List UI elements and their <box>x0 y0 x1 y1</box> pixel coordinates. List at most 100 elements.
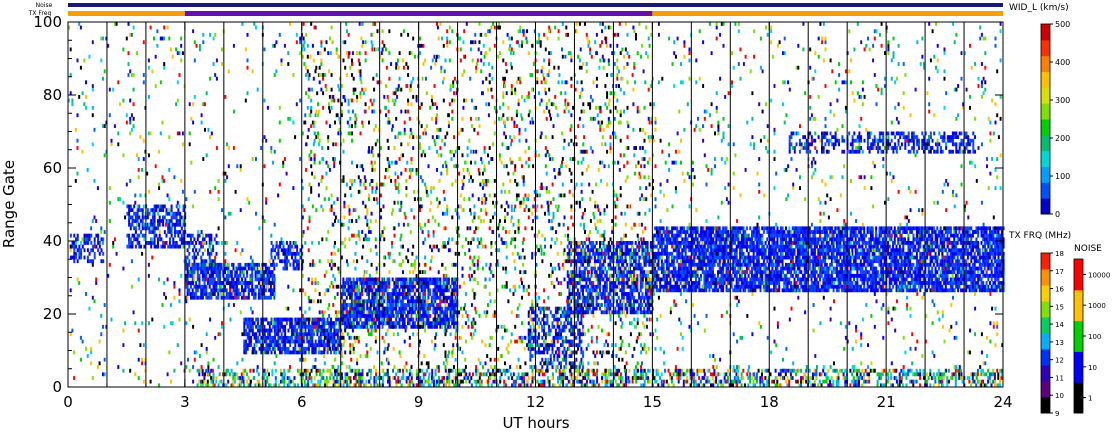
echo-cell <box>708 288 711 293</box>
echo-cell <box>725 241 728 245</box>
echo-cell <box>686 277 689 282</box>
echo-cell <box>205 259 208 264</box>
echo-cell <box>314 350 317 355</box>
echo-cell <box>871 233 874 238</box>
echo-cell <box>718 262 721 267</box>
echo-cell <box>193 237 196 242</box>
echo-cell <box>196 251 199 256</box>
echo-cell <box>268 266 271 271</box>
echo-cell <box>401 292 404 296</box>
echo-cell <box>856 270 859 275</box>
echo-cell <box>131 244 134 249</box>
echo-cell <box>554 350 557 355</box>
echo-cell <box>854 244 857 249</box>
echo-cell <box>859 230 862 234</box>
echo-cell <box>711 266 714 271</box>
echo-cell <box>210 259 213 264</box>
echo-cell <box>602 277 605 282</box>
echo-cell <box>195 281 198 285</box>
echo-cell <box>244 277 247 282</box>
echo-cell <box>235 270 238 275</box>
echo-cell <box>251 324 254 329</box>
echo-cell <box>548 306 551 311</box>
echo-cell <box>284 324 287 329</box>
echo-cell <box>863 230 866 234</box>
echo-cell <box>273 295 276 300</box>
echo-cell <box>766 244 769 249</box>
echo-cell <box>269 295 272 300</box>
echo-cell <box>218 288 221 293</box>
echo-cell <box>190 284 192 289</box>
echo-cell <box>580 339 583 344</box>
echo-cell <box>76 237 79 242</box>
echo-cell <box>207 270 209 275</box>
echo-cell <box>131 222 134 227</box>
txfreq-segment-2 <box>652 11 1003 16</box>
echo-cell <box>616 251 618 256</box>
echo-cell <box>140 230 142 234</box>
echo-cell <box>323 317 326 322</box>
echo-cell <box>554 328 557 333</box>
echo-cell <box>182 219 185 223</box>
echo-cell <box>210 266 213 271</box>
echo-cell <box>558 354 561 358</box>
echo-cell <box>244 266 247 271</box>
echo-cell <box>548 324 551 329</box>
echo-cell <box>179 230 182 234</box>
echo-cell <box>646 244 649 249</box>
echo-cell <box>827 241 830 245</box>
echo-cell <box>629 303 632 307</box>
echo-cell <box>858 241 861 245</box>
echo-cell <box>593 262 596 267</box>
echo-cell <box>672 277 675 282</box>
echo-cell <box>218 281 221 285</box>
echo-cell <box>844 251 847 256</box>
echo-cell <box>610 303 613 307</box>
echo-cell <box>536 321 539 326</box>
echo-cell <box>220 284 223 289</box>
echo-cell <box>580 248 583 253</box>
echo-cell <box>764 251 767 256</box>
echo-cell <box>561 350 564 355</box>
echo-cell <box>737 233 740 238</box>
echo-cell <box>153 211 156 216</box>
echo-cell <box>284 343 287 348</box>
echo-cell <box>609 248 612 253</box>
echo-cell <box>218 270 221 275</box>
echo-cell <box>172 237 175 242</box>
echo-cell <box>788 277 791 282</box>
echo-cell <box>133 204 136 209</box>
echo-cell <box>277 255 280 260</box>
echo-cell <box>302 335 305 340</box>
echo-cell <box>143 244 146 249</box>
echo-cell <box>614 306 617 311</box>
echo-cell <box>551 321 554 326</box>
echo-cell <box>193 277 196 282</box>
echo-cell <box>536 314 539 318</box>
echo-cell <box>582 324 585 329</box>
echo-cell <box>662 241 665 245</box>
echo-cell <box>839 248 842 253</box>
echo-cell <box>131 215 134 220</box>
echo-cell <box>859 284 862 289</box>
echo-cell <box>151 219 154 223</box>
echo-cell <box>599 284 601 289</box>
echo-cell <box>447 277 450 282</box>
echo-cell <box>582 306 584 311</box>
echo-cell <box>570 241 573 245</box>
echo-cell <box>796 284 799 289</box>
echo-cell <box>633 306 635 311</box>
echo-cell <box>418 310 421 315</box>
echo-cell <box>251 328 254 333</box>
echo-cell <box>160 204 163 209</box>
echo-cell <box>193 270 196 275</box>
echo-cell <box>659 281 662 285</box>
echo-cell <box>616 299 618 304</box>
echo-cell <box>128 233 131 238</box>
echo-cell <box>138 233 141 238</box>
echo-cell <box>827 251 830 256</box>
echo-cell <box>193 244 196 249</box>
echo-cell <box>210 241 213 245</box>
echo-cell <box>693 241 696 245</box>
echo-cell <box>201 237 204 242</box>
